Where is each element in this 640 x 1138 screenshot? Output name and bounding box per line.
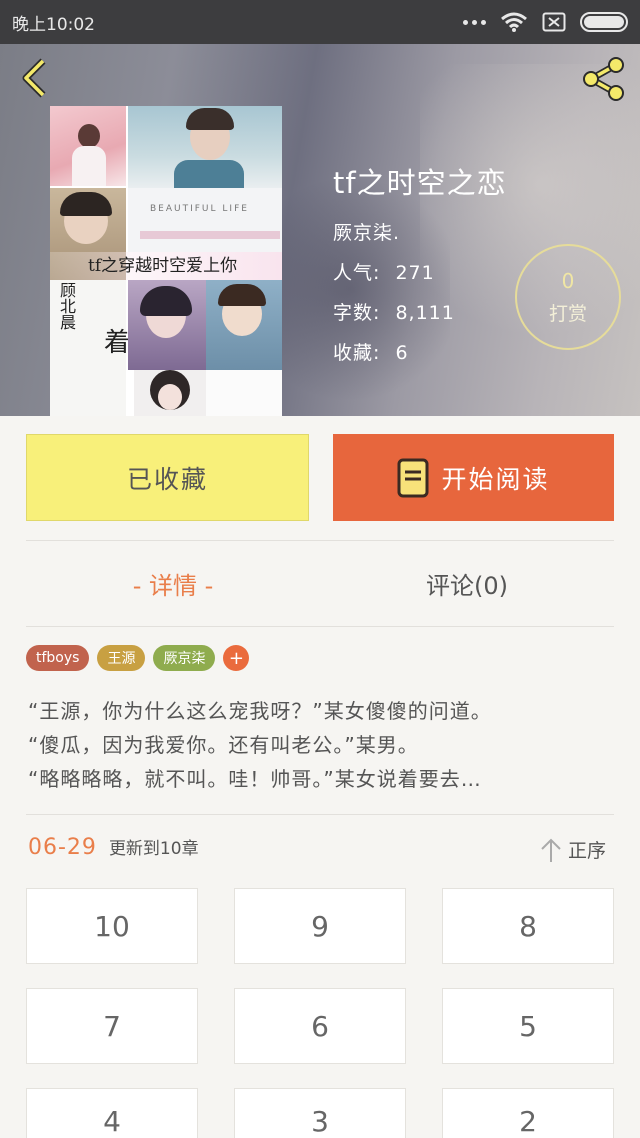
description-line: “略略略略，就不叫。哇！帅哥。”某女说着要去…	[28, 767, 482, 791]
book-title: tf之时空之恋	[333, 166, 507, 200]
status-bar: 晚上10:02	[0, 0, 640, 44]
wifi-icon	[500, 12, 528, 32]
favorited-button[interactable]: 已收藏	[26, 434, 309, 521]
chapter-button[interactable]: 8	[442, 888, 614, 964]
word-count-label: 字数:	[333, 302, 381, 324]
share-icon	[583, 57, 624, 101]
word-count-row: 字数: 8,111	[333, 298, 507, 325]
chapter-button[interactable]: 4	[26, 1088, 198, 1138]
favorites-label: 收藏:	[333, 342, 381, 364]
tag-item[interactable]: tfboys	[26, 645, 90, 671]
book-info: tf之时空之恋 厥京柒. 人气: 271 字数: 8,111 收藏: 6	[333, 160, 507, 378]
battery-icon	[580, 12, 628, 32]
chapter-button[interactable]: 9	[234, 888, 406, 964]
divider	[26, 814, 614, 815]
cover-side-text: 顾北晨	[57, 282, 76, 330]
book-description[interactable]: “王源，你为什么这么宠我呀？”某女傻傻的问道。 “傻瓜，因为我爱你。还有叫老公。…	[28, 694, 614, 796]
reward-label: 打赏	[548, 302, 587, 325]
status-icons	[463, 12, 628, 32]
chapter-button[interactable]: 6	[234, 988, 406, 1064]
update-date: 06-29	[28, 835, 97, 860]
tab-comments-label: 评论(0)	[426, 571, 508, 600]
description-line: “傻瓜，因为我爱你。还有叫老公。”某男。	[28, 733, 419, 757]
chevron-left-icon	[22, 58, 46, 98]
reward-button[interactable]: 0 打赏	[515, 244, 621, 350]
reward-count: 0	[561, 268, 575, 293]
book-header: BEAUTIFUL LIFE tf之穿越时空爱上你 顾北晨 着 tf之时空之恋 …	[0, 44, 640, 416]
add-tag-button[interactable]: +	[223, 645, 250, 671]
update-info: 06-29 更新到10章	[28, 834, 199, 860]
cover-side-text-2: 着	[104, 328, 131, 358]
chapter-button[interactable]: 10	[26, 888, 198, 964]
tag-item[interactable]: 厥京柒	[153, 645, 216, 671]
tag-item[interactable]: 王源	[97, 645, 146, 671]
favorites-row: 收藏: 6	[333, 338, 507, 365]
favorites-value: 6	[395, 342, 409, 364]
arrow-up-icon	[541, 838, 561, 862]
update-text: 更新到10章	[108, 839, 199, 859]
back-button[interactable]	[14, 58, 54, 98]
popularity-value: 271	[395, 262, 435, 284]
chapter-button[interactable]: 7	[26, 988, 198, 1064]
description-line: “王源，你为什么这么宠我呀？”某女傻傻的问道。	[28, 699, 492, 723]
sort-button[interactable]: 正序	[540, 836, 606, 863]
divider	[26, 626, 614, 627]
book-author[interactable]: 厥京柒.	[333, 218, 507, 245]
no-sim-icon	[542, 12, 566, 32]
more-dots-icon	[463, 19, 486, 25]
tab-comments[interactable]: 评论(0)	[320, 545, 614, 621]
tab-detail[interactable]: - 详情 -	[26, 545, 320, 621]
status-time: 晚上10:02	[12, 14, 95, 35]
favorited-label: 已收藏	[126, 464, 208, 494]
popularity-label: 人气:	[333, 262, 381, 284]
popularity-row: 人气: 271	[333, 258, 507, 285]
chapter-button[interactable]: 3	[234, 1088, 406, 1138]
cover-banner-text: tf之穿越时空爱上你	[88, 256, 238, 276]
cover-beautiful-text: BEAUTIFUL LIFE	[150, 204, 249, 214]
share-button[interactable]	[578, 54, 628, 104]
chapter-button[interactable]: 5	[442, 988, 614, 1064]
start-reading-button[interactable]: 开始阅读	[333, 434, 614, 521]
sort-label: 正序	[568, 840, 607, 862]
divider	[26, 540, 614, 541]
chapter-button[interactable]: 2	[442, 1088, 614, 1138]
book-cover[interactable]: BEAUTIFUL LIFE tf之穿越时空爱上你 顾北晨 着	[50, 106, 282, 416]
tab-detail-label: - 详情 -	[132, 571, 214, 600]
book-icon	[397, 458, 429, 497]
word-count-value: 8,111	[395, 302, 455, 324]
start-reading-label: 开始阅读	[441, 464, 550, 494]
tag-list: tfboys 王源 厥京柒 +	[26, 645, 250, 671]
